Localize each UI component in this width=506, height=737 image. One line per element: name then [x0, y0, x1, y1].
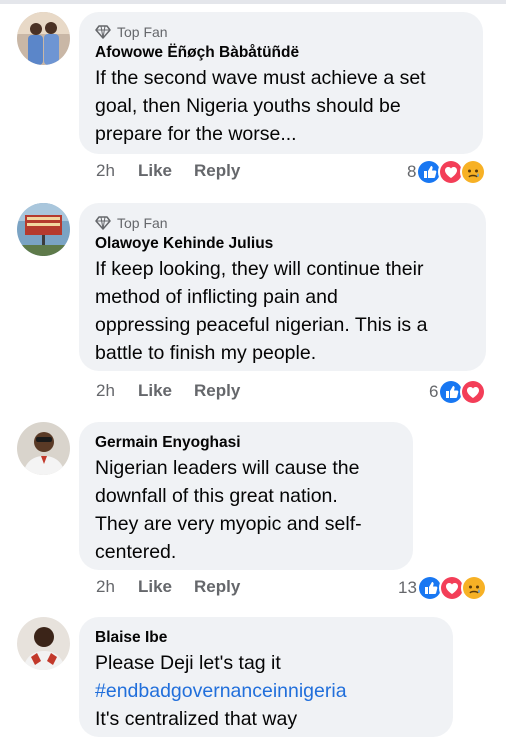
- top-fan-badge: Top Fan: [95, 213, 470, 233]
- avatar[interactable]: [17, 422, 70, 475]
- reactions-summary[interactable]: 13: [398, 575, 487, 601]
- comment-line: oppressing peaceful nigerian. This is a: [95, 314, 428, 336]
- comment-text: If the second wave must achieve a set go…: [95, 64, 467, 148]
- comment-time[interactable]: 2h: [96, 577, 138, 597]
- comment-actions: 2h Like Reply: [96, 381, 240, 401]
- badge-label: Top Fan: [117, 215, 168, 231]
- top-fan-badge: Top Fan: [95, 22, 467, 42]
- love-icon: [460, 379, 487, 405]
- sad-icon: [460, 575, 487, 601]
- badge-label: Top Fan: [117, 24, 168, 40]
- comment-line: If the second wave must achieve a set: [95, 67, 426, 89]
- comment-time[interactable]: 2h: [96, 381, 138, 401]
- comment-actions: 2h Like Reply: [96, 577, 240, 597]
- comment-line: They are very myopic and self-: [95, 513, 362, 535]
- comment-line: downfall of this great nation.: [95, 485, 338, 507]
- diamond-icon: [95, 25, 111, 39]
- comment-line: Nigerian leaders will cause the: [95, 457, 360, 479]
- comment-bubble: Germain Enyoghasi Nigerian leaders will …: [79, 422, 413, 570]
- diamond-icon: [95, 216, 111, 230]
- comment-bubble: Top Fan Afowowe Ëñøçh Bàbåtüñdë If the s…: [79, 12, 483, 154]
- comment-author[interactable]: Germain Enyoghasi: [95, 432, 397, 454]
- comment-line: battle to finish my people.: [95, 342, 317, 364]
- comment-line: prepare for the worse...: [95, 123, 297, 145]
- reaction-count: 6: [429, 382, 439, 401]
- avatar[interactable]: [17, 617, 70, 670]
- avatar[interactable]: [17, 203, 70, 256]
- like-button[interactable]: Like: [138, 577, 194, 597]
- like-button[interactable]: Like: [138, 381, 194, 401]
- comment-line: Please Deji let's tag it: [95, 652, 281, 674]
- comment-actions: 2h Like Reply: [96, 161, 240, 181]
- comment-line: It's centralized that way: [95, 708, 298, 730]
- comment-time[interactable]: 2h: [96, 161, 138, 181]
- comment-line: method of inflicting pain and: [95, 286, 338, 308]
- reply-button[interactable]: Reply: [194, 161, 240, 181]
- comment-author[interactable]: Blaise Ibe: [95, 627, 437, 649]
- avatar[interactable]: [17, 12, 70, 65]
- comment-text: Nigerian leaders will cause the downfall…: [95, 454, 397, 566]
- comment-author[interactable]: Olawoye Kehinde Julius: [95, 233, 470, 255]
- comment-text: Please Deji let's tag it #endbadgovernan…: [95, 649, 437, 733]
- like-button[interactable]: Like: [138, 161, 194, 181]
- comment-bubble: Top Fan Olawoye Kehinde Julius If keep l…: [79, 203, 486, 371]
- reply-button[interactable]: Reply: [194, 577, 240, 597]
- comment-line: centered.: [95, 541, 177, 563]
- top-divider: [0, 0, 506, 4]
- reactions-summary[interactable]: 8: [407, 159, 487, 185]
- comment-line: goal, then Nigeria youths should be: [95, 95, 401, 117]
- sad-icon: [460, 159, 487, 185]
- reaction-count: 13: [398, 578, 417, 597]
- comment-author[interactable]: Afowowe Ëñøçh Bàbåtüñdë: [95, 42, 467, 64]
- reply-button[interactable]: Reply: [194, 381, 240, 401]
- reaction-count: 8: [407, 162, 417, 181]
- comment-bubble: Blaise Ibe Please Deji let's tag it #end…: [79, 617, 453, 737]
- comment-line: If keep looking, they will continue thei…: [95, 258, 424, 280]
- reactions-summary[interactable]: 6: [429, 379, 487, 405]
- comment-text: If keep looking, they will continue thei…: [95, 255, 470, 367]
- hashtag-link[interactable]: #endbadgovernanceinnigeria: [95, 677, 437, 705]
